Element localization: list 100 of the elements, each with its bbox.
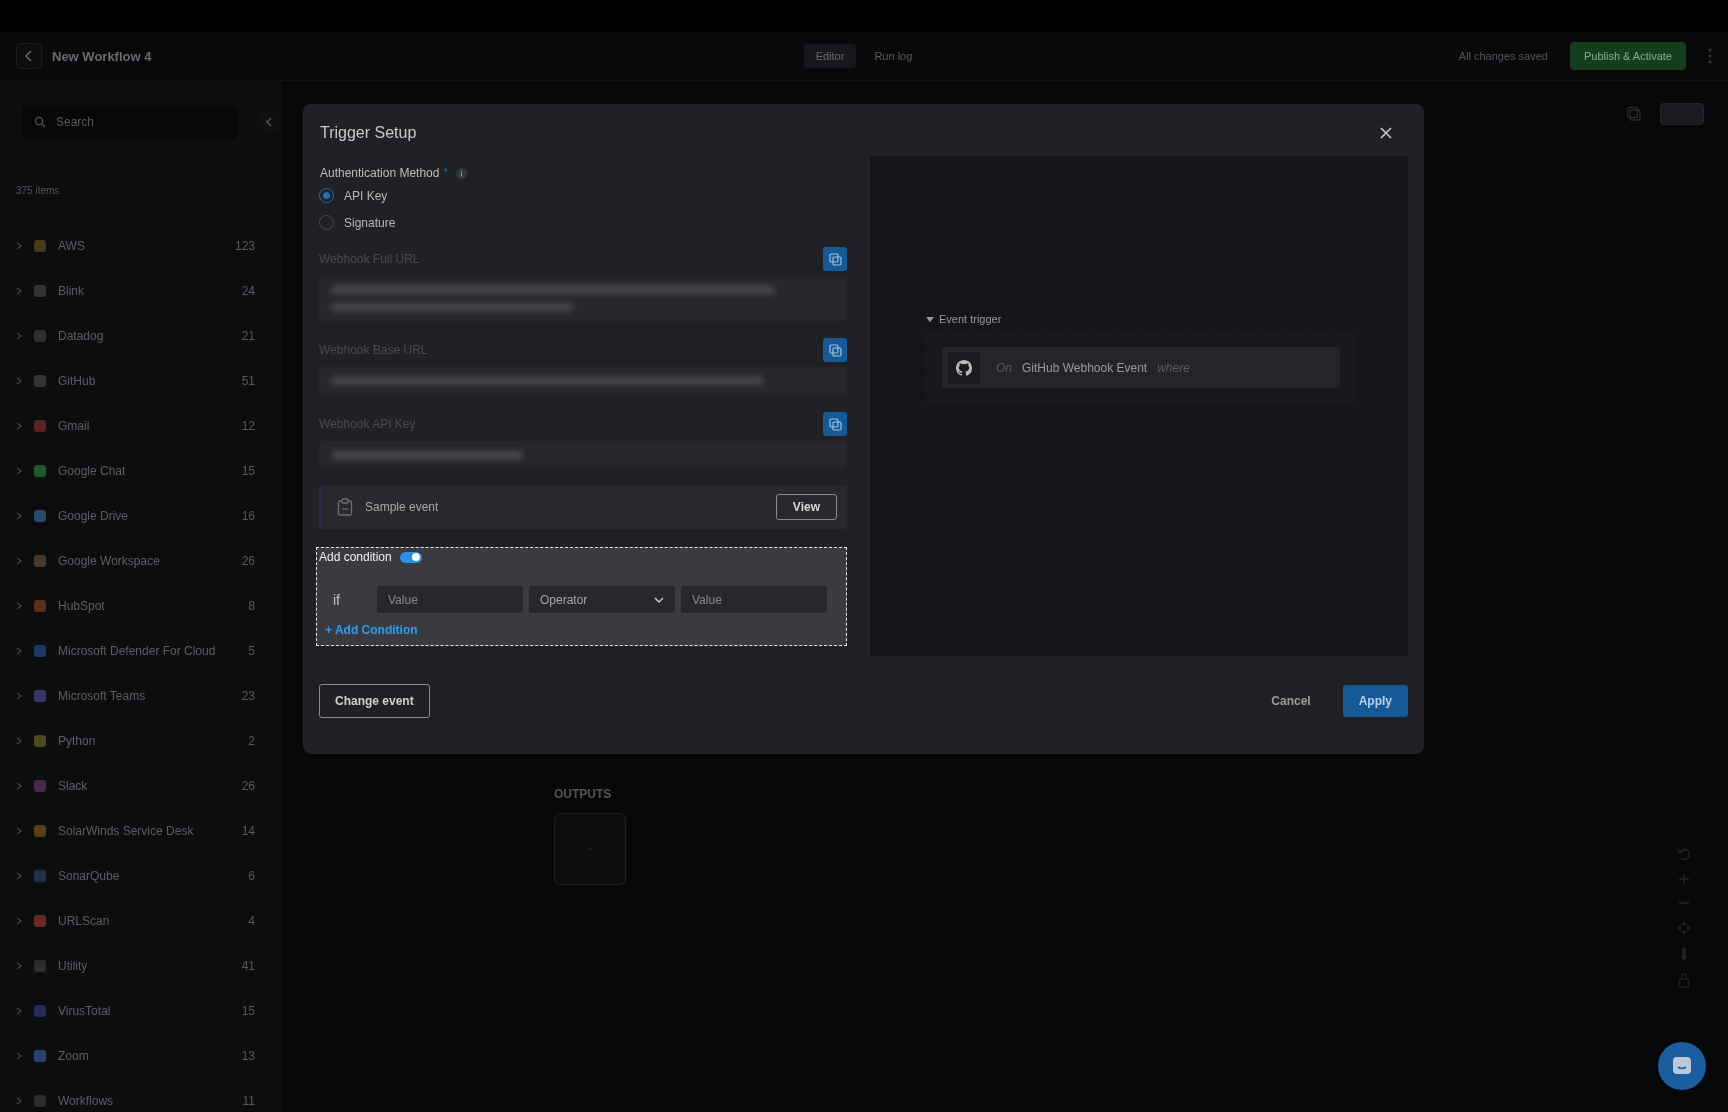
search-field[interactable]: Search — [22, 105, 238, 139]
value-field[interactable]: Value — [377, 586, 523, 613]
item-count: 15 — [241, 1003, 255, 1018]
change-event-button[interactable]: Change event — [319, 684, 430, 718]
chevron-right-icon — [16, 691, 22, 700]
input-field[interactable] — [319, 441, 847, 469]
chevron-right-icon — [16, 421, 22, 430]
if-label: if — [333, 591, 341, 608]
integration-item[interactable]: Zoom 13 — [16, 1033, 281, 1078]
octocat-icon — [948, 351, 980, 384]
clipboard-icon — [337, 498, 353, 516]
chevron-right-icon — [16, 916, 22, 925]
operator-dropdown[interactable]: Operator — [529, 586, 675, 613]
integration-item[interactable]: URLScan 4 — [16, 898, 281, 943]
outputs-label: OUTPUTS — [554, 787, 613, 801]
chevron-right-icon — [16, 466, 22, 475]
expand-button[interactable] — [1660, 103, 1704, 125]
chevron-right-icon — [16, 826, 22, 835]
fit-icon[interactable] — [1676, 920, 1692, 936]
item-count: 13 — [241, 1048, 255, 1063]
event-name: GitHub Webhook Event — [1022, 360, 1148, 375]
item-count: 24 — [241, 283, 255, 298]
header-tab[interactable]: Editor — [803, 44, 857, 68]
integration-item[interactable]: Microsoft Teams 23 — [16, 673, 281, 718]
integration-item[interactable]: Blink 24 — [16, 268, 281, 313]
chevron-right-icon — [16, 511, 22, 520]
integration-item[interactable]: Google Drive 16 — [16, 493, 281, 538]
search-icon — [34, 116, 46, 128]
item-count: 123 — [234, 238, 255, 253]
integration-item[interactable]: Datadog 21 — [16, 313, 281, 358]
chevron-right-icon — [16, 1096, 22, 1105]
integration-item[interactable]: Gmail 12 — [16, 403, 281, 448]
item-count: 23 — [241, 688, 255, 703]
value-field[interactable]: Value — [681, 586, 827, 613]
integration-item[interactable]: AWS 123 — [16, 223, 281, 268]
copy-button[interactable] — [823, 412, 847, 436]
zoom-in-icon[interactable] — [1677, 872, 1691, 886]
add-condition-label: Add condition — [319, 550, 392, 564]
copy-button[interactable] — [823, 247, 847, 271]
input-field[interactable] — [319, 276, 847, 321]
item-count: 5 — [248, 643, 255, 658]
integration-item[interactable]: Python 2 — [16, 718, 281, 763]
chevron-right-icon — [16, 961, 22, 970]
item-count: 12 — [241, 418, 255, 433]
add-condition-link[interactable]: + Add Condition — [325, 623, 418, 637]
item-count: 41 — [241, 958, 255, 973]
integration-item[interactable]: Slack 26 — [16, 763, 281, 808]
chevron-right-icon — [16, 376, 22, 385]
item-count: 11 — [242, 1093, 255, 1108]
item-count: 51 — [241, 373, 255, 388]
integration-item[interactable]: Google Workspace 26 — [16, 538, 281, 583]
chevron-right-icon — [16, 286, 22, 295]
dialog-title: Trigger Setup — [319, 124, 417, 142]
item-count: 15 — [241, 463, 255, 478]
integration-item[interactable]: HubSpot 8 — [16, 583, 281, 628]
toggle-switch[interactable] — [399, 551, 422, 563]
sample-event-label: Sample event — [365, 500, 440, 514]
item-count: 16 — [241, 508, 255, 523]
info-icon[interactable] — [455, 167, 467, 179]
radio-option[interactable]: Signature — [319, 215, 847, 230]
header-tab[interactable]: Run log — [862, 44, 925, 68]
close-icon — [1380, 127, 1392, 139]
item-count: 26 — [241, 553, 255, 568]
output-node[interactable] — [554, 813, 626, 885]
cancel-button[interactable]: Cancel — [1265, 693, 1317, 709]
item-count: 4 — [248, 913, 255, 928]
lock-icon[interactable] — [1678, 972, 1690, 988]
item-count: 8 — [248, 598, 255, 613]
integration-item[interactable]: VirusTotal 15 — [16, 988, 281, 1033]
integration-item[interactable]: Microsoft Defender For Cloud 5 — [16, 628, 281, 673]
apply-button[interactable]: Apply — [1342, 685, 1408, 717]
chevron-right-icon — [16, 241, 22, 250]
integration-item[interactable]: GitHub 51 — [16, 358, 281, 403]
save-status: All changes saved — [1458, 50, 1548, 62]
copy-icon[interactable] — [1626, 106, 1642, 122]
copy-button[interactable] — [823, 338, 847, 362]
chevron-right-icon — [16, 646, 22, 655]
integration-item[interactable]: Utility 41 — [16, 943, 281, 988]
required-mark: * — [443, 166, 448, 178]
radio-option[interactable]: API Key — [319, 188, 847, 203]
item-count: 375 items — [16, 185, 61, 196]
more-icon[interactable] — [1708, 48, 1712, 64]
integration-item[interactable]: SolarWinds Service Desk 14 — [16, 808, 281, 853]
item-count: 2 — [248, 733, 255, 748]
chevron-right-icon — [16, 781, 22, 790]
copy-icon — [828, 417, 842, 431]
field-label: Authentication Method — [320, 166, 440, 180]
publish-button[interactable]: Publish & Activate — [1569, 42, 1686, 70]
back-button[interactable] — [16, 43, 42, 69]
integration-item[interactable]: Google Chat 15 — [16, 448, 281, 493]
undo-icon[interactable] — [1676, 846, 1692, 862]
search-input[interactable]: Search — [54, 114, 208, 130]
integration-item[interactable]: SonarQube 6 — [16, 853, 281, 898]
integration-item[interactable]: Workflows 11 — [16, 1078, 281, 1112]
item-count: 26 — [241, 778, 255, 793]
caret-down-icon[interactable] — [926, 316, 934, 322]
view-button[interactable]: View — [775, 494, 837, 520]
input-field[interactable] — [319, 367, 847, 395]
chevron-right-icon — [16, 601, 22, 610]
item-count: 14 — [241, 823, 255, 838]
